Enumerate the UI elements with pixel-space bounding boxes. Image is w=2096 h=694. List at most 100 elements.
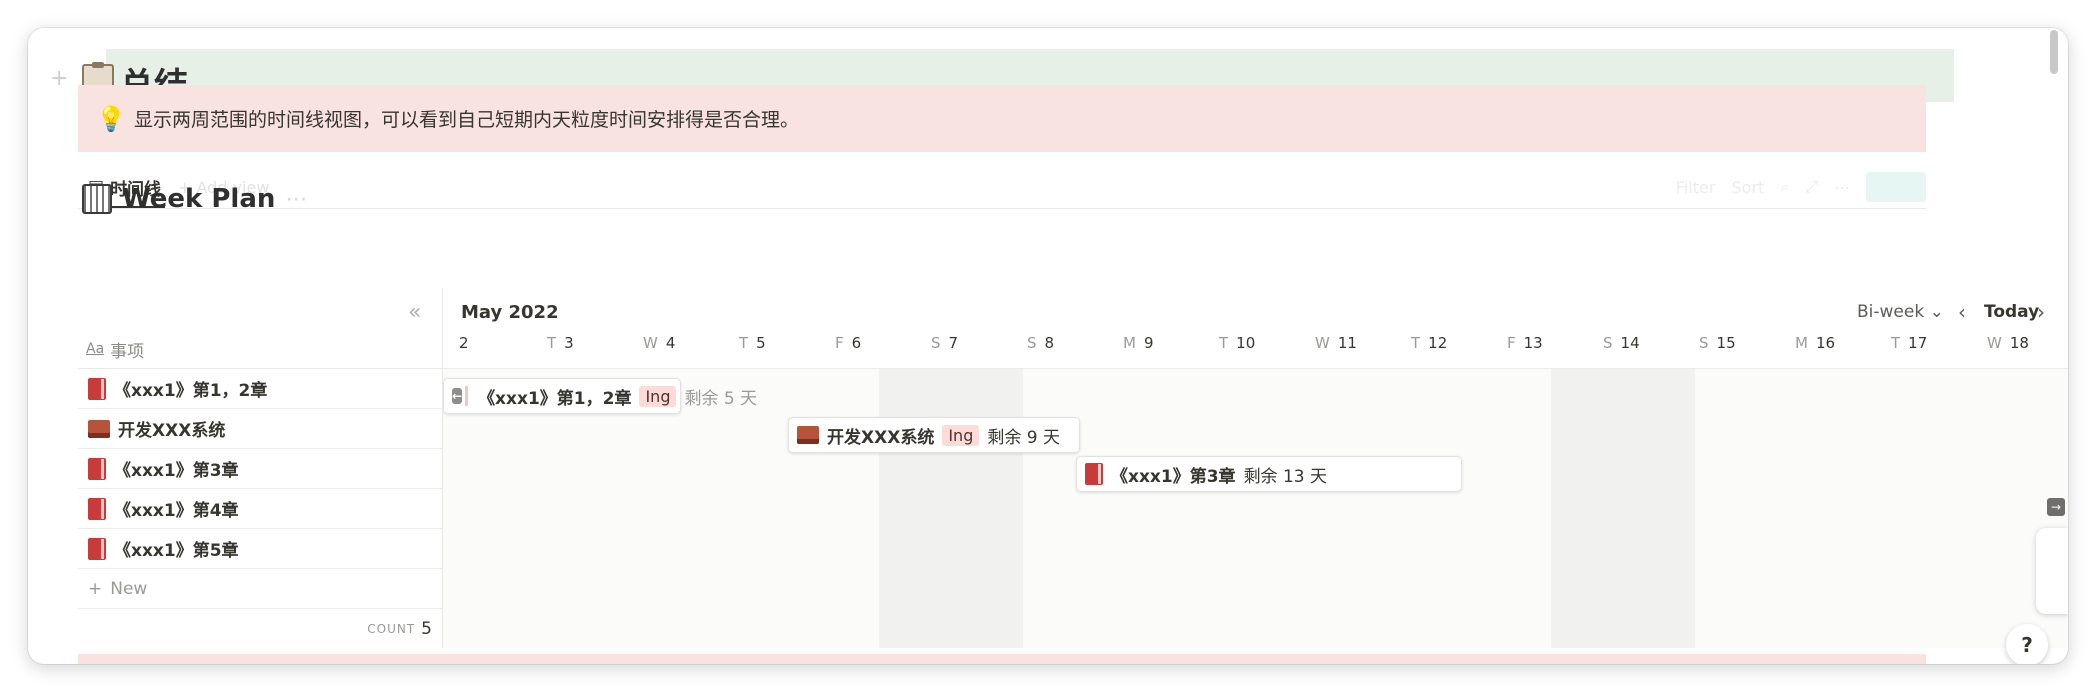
- timeline-bar[interactable]: 《xxx1》第3章 剩余 13 天: [1076, 456, 1462, 492]
- day-label: S8: [1027, 334, 1123, 352]
- lightbulb-icon: 💡: [96, 104, 126, 133]
- table-row[interactable]: 《xxx1》第3章: [78, 449, 442, 489]
- view-toolbar: Filter Sort ⌕ ⤢ ⋯: [1676, 172, 1926, 202]
- bar-label: 开发XXX系统: [827, 427, 935, 448]
- day-number: 5: [756, 334, 766, 352]
- database-title-text: Week Plan: [122, 184, 276, 214]
- column-header-label: 事项: [110, 341, 145, 362]
- day-label: T3: [547, 334, 643, 352]
- book-icon: [88, 377, 106, 400]
- row-label: 《xxx1》第3章: [114, 461, 239, 481]
- row-label: 《xxx1》第5章: [114, 541, 239, 561]
- search-icon[interactable]: ⌕: [1780, 177, 1789, 197]
- day-number: 6: [851, 334, 862, 352]
- database-title: Week Plan ⋯: [82, 184, 307, 214]
- next-callout: [78, 654, 1926, 664]
- weekend-shade: [1551, 368, 1695, 648]
- table-row[interactable]: 《xxx1》第1，2章: [78, 369, 442, 409]
- day-label: T5: [739, 334, 835, 352]
- collapse-table-icon[interactable]: «: [408, 300, 421, 325]
- day-of-week: W: [643, 334, 658, 352]
- day-of-week: S: [1603, 334, 1613, 352]
- new-row-button[interactable]: + New: [78, 569, 442, 609]
- day-label: F 13: [1507, 334, 1603, 352]
- row-label: 《xxx1》第4章: [114, 501, 239, 521]
- row-label: 《xxx1》第1，2章: [114, 381, 268, 401]
- column-header[interactable]: Aa 事项: [78, 330, 442, 369]
- floating-panel[interactable]: [2036, 528, 2068, 614]
- range-select-label: Bi-week: [1857, 302, 1925, 322]
- day-number: 16: [1815, 334, 1836, 352]
- notion-window: + ⋮⋮ 总结 💡 显示两周范围的时间线视图，可以看到自己短期内天粒度时间安排得…: [28, 28, 2068, 664]
- day-number: 15: [1716, 334, 1736, 352]
- help-button[interactable]: ?: [2006, 624, 2048, 664]
- remaining-days: 剩余 9 天: [987, 427, 1060, 448]
- text-property-icon: Aa: [86, 341, 105, 357]
- table-row[interactable]: 《xxx1》第5章: [78, 529, 442, 569]
- day-label: M9: [1123, 334, 1219, 352]
- day-number: 7: [948, 334, 959, 352]
- more-icon[interactable]: ⋯: [1834, 178, 1850, 197]
- sort-button[interactable]: Sort: [1731, 178, 1764, 197]
- timeline-table: Aa 事项 《xxx1》第1，2章 开发XXX系统 《xxx1》第3章 《xxx…: [78, 330, 442, 648]
- book-icon: [88, 457, 106, 480]
- today-button[interactable]: Today: [1984, 302, 2039, 322]
- new-button[interactable]: [1866, 172, 1926, 202]
- day-of-week: W: [1315, 334, 1330, 352]
- day-of-week: S: [1699, 334, 1709, 352]
- next-range-button[interactable]: ›: [2037, 300, 2045, 324]
- day-label: T 10: [1219, 334, 1315, 352]
- timeline-bar[interactable]: ← 《xxx1》第1，2章 Ing 剩余 5 天: [443, 378, 757, 414]
- day-number: 2: [459, 334, 469, 352]
- day-number: 4: [665, 334, 676, 352]
- timeline-bar[interactable]: 开发XXX系统 Ing 剩余 9 天: [788, 417, 1080, 453]
- day-label: T 17: [1891, 334, 1987, 352]
- new-row-label: New: [110, 578, 148, 599]
- day-number: 8: [1044, 334, 1055, 352]
- view-tabs: ▤ 时间线 + Add view Filter Sort ⌕ ⤢ ⋯: [78, 168, 1926, 209]
- count-value: 5: [421, 618, 432, 639]
- book-icon: [1085, 463, 1103, 485]
- range-select[interactable]: Bi-week ⌄: [1857, 302, 1944, 322]
- day-number: 17: [1908, 334, 1928, 352]
- expand-icon[interactable]: ⤢: [1805, 177, 1818, 197]
- bricks-icon: [797, 426, 819, 444]
- database-more-icon[interactable]: ⋯: [285, 187, 307, 212]
- day-of-week: M: [1123, 334, 1136, 352]
- day-of-week: S: [1027, 334, 1037, 352]
- book-icon: [88, 497, 106, 520]
- scrollbar[interactable]: [2050, 30, 2058, 74]
- month-label: May 2022: [461, 302, 559, 323]
- day-of-week: F: [1507, 334, 1516, 352]
- callout-text: 显示两周范围的时间线视图，可以看到自己短期内天粒度时间安排得是否合理。: [134, 109, 800, 131]
- day-of-week: T: [1411, 334, 1421, 352]
- timeline-background: [443, 368, 2068, 648]
- day-of-week: S: [931, 334, 941, 352]
- bar-label: 《xxx1》第1，2章: [478, 388, 632, 409]
- day-of-week: T: [1219, 334, 1229, 352]
- day-label: W4: [643, 334, 739, 352]
- day-number: 11: [1337, 334, 1357, 352]
- filter-button[interactable]: Filter: [1676, 178, 1716, 197]
- day-label: S 15: [1699, 334, 1795, 352]
- bricks-icon: [88, 419, 110, 438]
- day-of-week: T: [1891, 334, 1901, 352]
- day-label: F6: [835, 334, 931, 352]
- day-of-week: F: [835, 334, 844, 352]
- arrow-left-icon[interactable]: ←: [452, 388, 463, 404]
- day-number: 3: [564, 334, 574, 352]
- add-block-icon[interactable]: +: [50, 66, 68, 91]
- status-tag: Ing: [942, 424, 980, 446]
- count-footer[interactable]: COUNT 5: [78, 609, 442, 648]
- day-label: W 11: [1315, 334, 1411, 352]
- day-of-week: M: [1795, 334, 1808, 352]
- day-number: 13: [1523, 334, 1543, 352]
- table-row[interactable]: 《xxx1》第4章: [78, 489, 442, 529]
- table-row[interactable]: 开发XXX系统: [78, 409, 442, 449]
- plus-icon: +: [88, 578, 103, 599]
- arrow-right-icon[interactable]: →: [2047, 498, 2065, 516]
- day-label: S7: [931, 334, 1027, 352]
- remaining-days: 剩余 5 天: [684, 388, 758, 409]
- prev-range-button[interactable]: ‹: [1958, 300, 1966, 324]
- day-of-week: T: [739, 334, 749, 352]
